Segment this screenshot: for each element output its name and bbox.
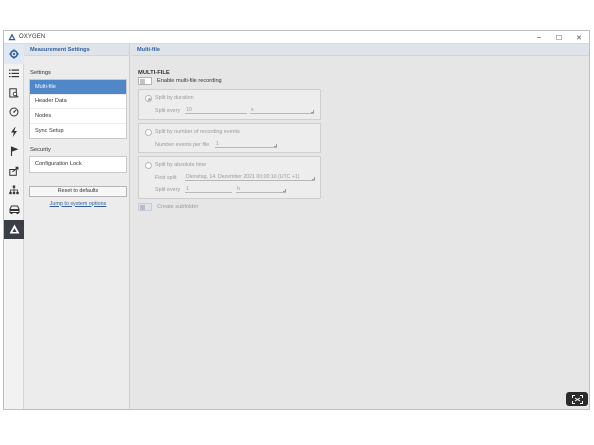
minimize-icon: −	[536, 33, 542, 42]
close-button[interactable]: ✕	[569, 31, 589, 44]
close-icon: ✕	[576, 34, 582, 42]
reset-defaults-button[interactable]: Reset to defaults	[29, 185, 127, 197]
oxygen-logo-icon	[8, 33, 16, 41]
gear-icon	[9, 49, 19, 59]
split-unit-select[interactable]: s	[250, 107, 314, 114]
screenshot-button[interactable]	[566, 392, 588, 406]
settings-panel: Measurement Settings Settings Multi-file…	[24, 44, 130, 409]
rail-settings[interactable]	[4, 44, 24, 64]
enable-multifile-toggle[interactable]	[138, 77, 152, 85]
flag-icon	[10, 146, 18, 157]
split-events-group: Split by number of recording events Numb…	[138, 123, 321, 153]
create-subfolder-label: Create subfolder	[157, 204, 199, 210]
brand-triangle-icon	[9, 224, 19, 234]
nav-item-nodes[interactable]: Nodes	[30, 109, 126, 124]
split-duration-label: Split by duration	[155, 95, 194, 101]
absolute-split-every-label: Split every	[155, 187, 181, 193]
enable-multifile-label: Enable multi-file recording	[157, 78, 222, 84]
events-per-file-label: Number events per file	[155, 142, 210, 148]
rail-brand[interactable]	[4, 219, 24, 239]
security-nav-list: Configuration Lock	[29, 156, 127, 173]
absolute-split-unit-select[interactable]: h	[236, 186, 286, 193]
split-unit-value: s	[251, 107, 254, 113]
create-subfolder-toggle[interactable]	[138, 203, 152, 211]
split-duration-radio[interactable]	[145, 95, 152, 102]
split-every-input[interactable]: 10	[185, 107, 247, 114]
speedometer-icon	[9, 107, 19, 117]
nav-item-multi-file[interactable]: Multi-file	[30, 80, 126, 95]
first-split-label: First split	[155, 175, 177, 181]
list-icon	[9, 69, 19, 77]
nav-item-configuration-lock[interactable]: Configuration Lock	[30, 157, 126, 172]
events-per-file-input[interactable]: 1	[215, 141, 277, 148]
dropdown-corner-icon	[283, 189, 286, 192]
capture-frame-icon	[571, 394, 583, 404]
rail-export[interactable]	[4, 161, 24, 181]
car-icon	[9, 205, 19, 215]
lightning-icon	[11, 126, 17, 137]
first-split-datetime-input[interactable]: Dienstag, 14. Dezember 2021 00:00:10 (UT…	[185, 174, 315, 181]
settings-panel-title: Measurement Settings	[24, 44, 129, 56]
absolute-split-unit-value: h	[237, 186, 240, 192]
first-split-value: Dienstag, 14. Dezember 2021 00:00:10 (UT…	[186, 174, 300, 180]
split-events-radio[interactable]	[145, 129, 152, 136]
document-search-icon	[9, 88, 19, 98]
export-icon	[9, 166, 19, 176]
rail-network[interactable]	[4, 181, 24, 201]
dropdown-corner-icon	[312, 177, 315, 180]
maximize-icon: ☐	[555, 34, 563, 42]
split-absolute-group: Split by absolute time First split Diens…	[138, 156, 321, 199]
left-rail	[4, 44, 24, 409]
rail-vehicle[interactable]	[4, 200, 24, 220]
maximize-button[interactable]: ☐	[549, 31, 569, 44]
rail-instruments[interactable]	[4, 103, 24, 123]
security-section-label: Security	[30, 147, 51, 153]
app-window: OXYGEN − ☐ ✕ Measurement Settings Settin…	[3, 30, 590, 410]
nav-item-sync-setup[interactable]: Sync Setup	[30, 124, 126, 139]
stepper-corner-icon	[274, 144, 277, 147]
app-title: OXYGEN	[19, 34, 46, 40]
split-absolute-radio[interactable]	[145, 162, 152, 169]
minimize-button[interactable]: −	[529, 31, 549, 44]
section-title: MULTI-FILE	[138, 70, 170, 76]
nav-item-header-data[interactable]: Header Data	[30, 95, 126, 109]
main-panel-title: Multi-file	[131, 44, 589, 56]
rail-channels[interactable]	[4, 64, 24, 84]
main-panel: Multi-file MULTI-FILE Enable multi-file …	[131, 44, 589, 409]
events-per-file-value: 1	[216, 141, 219, 147]
split-duration-group: Split by duration Split every 10 s	[138, 89, 321, 120]
split-events-label: Split by number of recording events	[155, 129, 240, 135]
rail-triggers[interactable]	[4, 122, 24, 142]
settings-section-label: Settings	[30, 70, 51, 76]
split-every-label: Split every	[155, 108, 181, 114]
title-bar: OXYGEN − ☐ ✕	[4, 31, 589, 44]
jump-system-options-link[interactable]: Jump to system options	[29, 201, 127, 207]
network-icon	[9, 185, 19, 195]
settings-nav-list: Multi-file Header Data Nodes Sync Setup	[29, 79, 127, 139]
split-absolute-label: Split by absolute time	[155, 162, 207, 168]
rail-markers[interactable]	[4, 142, 24, 162]
dropdown-corner-icon	[311, 110, 314, 113]
absolute-split-every-input[interactable]: 1	[185, 186, 232, 193]
rail-search[interactable]	[4, 83, 24, 103]
